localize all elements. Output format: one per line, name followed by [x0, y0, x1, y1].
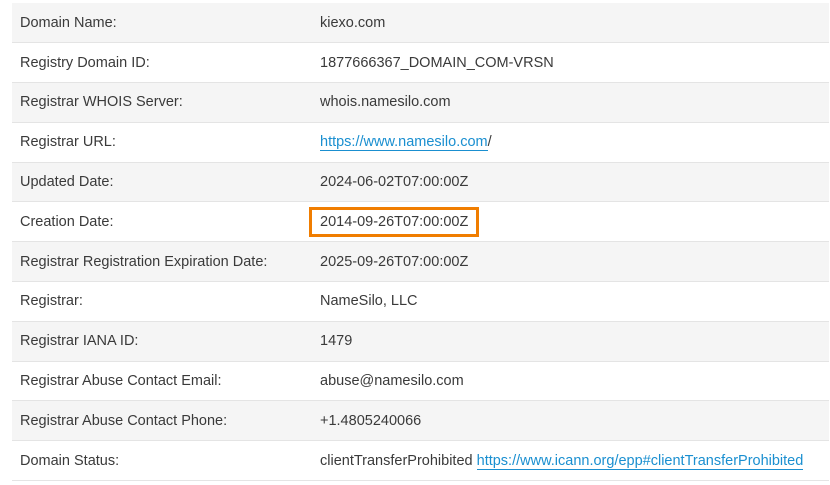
creation-date-highlight: 2014-09-26T07:00:00Z	[309, 206, 480, 237]
row-value: https://www.namesilo.com/	[320, 122, 829, 163]
table-row-registrar-whois-server: Registrar WHOIS Server: whois.namesilo.c…	[12, 82, 829, 123]
domain-status-text: clientTransferProhibited	[320, 452, 473, 469]
whois-table: Domain Name: kiexo.com Registry Domain I…	[12, 3, 829, 482]
row-value: whois.namesilo.com	[320, 82, 829, 123]
row-label: Registrar Abuse Contact Email:	[12, 361, 320, 402]
row-label: Registrar Abuse Contact Phone:	[12, 400, 320, 442]
table-row-abuse-phone: Registrar Abuse Contact Phone: +1.480524…	[12, 400, 829, 442]
row-value: 1877666367_DOMAIN_COM-VRSN	[320, 42, 829, 84]
row-label: Registrar WHOIS Server:	[12, 82, 320, 123]
row-label: Updated Date:	[12, 162, 320, 203]
row-value: 1479	[320, 321, 829, 362]
row-value: 2024-06-02T07:00:00Z	[320, 162, 829, 203]
row-value: 2014-09-26T07:00:00Z	[309, 201, 829, 243]
row-value: +1.4805240066	[320, 400, 829, 442]
row-value: clientTransferProhibited https://www.ica…	[320, 440, 829, 482]
row-value: kiexo.com	[320, 3, 829, 44]
row-label: Domain Name:	[12, 3, 320, 44]
row-label: Domain Status:	[12, 440, 320, 482]
row-value: 2025-09-26T07:00:00Z	[320, 241, 829, 283]
table-row-registrar-url: Registrar URL: https://www.namesilo.com/	[12, 122, 829, 163]
table-row-domain-status: Domain Status: clientTransferProhibited …	[12, 440, 829, 482]
table-row-registrar-iana-id: Registrar IANA ID: 1479	[12, 321, 829, 362]
registrar-url-link[interactable]: https://www.namesilo.com	[320, 134, 488, 152]
row-value: NameSilo, LLC	[320, 281, 829, 322]
row-label: Creation Date:	[12, 201, 320, 243]
table-row-creation-date: Creation Date: 2014-09-26T07:00:00Z	[12, 201, 829, 243]
table-row-abuse-email: Registrar Abuse Contact Email: abuse@nam…	[12, 361, 829, 402]
table-row-registrar: Registrar: NameSilo, LLC	[12, 281, 829, 322]
row-label: Registrar:	[12, 281, 320, 322]
row-label: Registry Domain ID:	[12, 42, 320, 84]
row-value: abuse@namesilo.com	[320, 361, 829, 402]
table-row-domain-name: Domain Name: kiexo.com	[12, 3, 829, 44]
table-row-updated-date: Updated Date: 2024-06-02T07:00:00Z	[12, 162, 829, 203]
row-label: Registrar URL:	[12, 122, 320, 163]
row-label: Registrar IANA ID:	[12, 321, 320, 362]
table-row-registry-domain-id: Registry Domain ID: 1877666367_DOMAIN_CO…	[12, 42, 829, 84]
domain-status-link[interactable]: https://www.icann.org/epp#clientTransfer…	[476, 452, 804, 470]
url-suffix: /	[487, 134, 492, 151]
row-label: Registrar Registration Expiration Date:	[12, 241, 320, 283]
table-row-expiration-date: Registrar Registration Expiration Date: …	[12, 241, 829, 283]
